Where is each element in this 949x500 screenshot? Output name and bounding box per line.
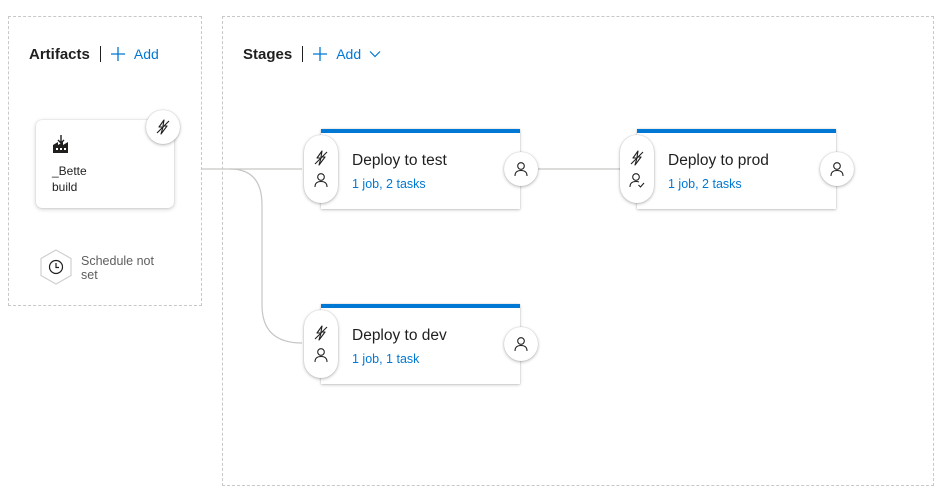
trigger-button[interactable]: [629, 149, 645, 167]
add-artifact-label: Add: [133, 46, 159, 62]
post-deployment-approval-button[interactable]: [504, 327, 538, 361]
lightning-bolt-icon: [630, 150, 644, 166]
add-stage-label: Add: [336, 46, 362, 62]
pre-deployment-conditions: [304, 310, 338, 378]
person-icon: [314, 348, 328, 363]
header-divider: [99, 46, 101, 62]
artifact-name: _Bette build: [52, 164, 87, 194]
person-icon: [314, 173, 328, 188]
trigger-button[interactable]: [313, 149, 329, 167]
schedule-trigger-button[interactable]: [38, 248, 74, 286]
continuous-deployment-trigger-button[interactable]: [146, 110, 180, 144]
stages-header: Stages Add: [243, 44, 389, 64]
artifacts-title: Artifacts: [29, 45, 90, 63]
stage-name: Deploy to prod: [668, 152, 769, 169]
trigger-button[interactable]: [313, 324, 329, 342]
header-divider: [302, 46, 304, 62]
stage-name: Deploy to dev: [352, 327, 447, 344]
stage-tasks-link[interactable]: 1 job, 2 tasks: [668, 177, 742, 191]
post-deployment-approval-button[interactable]: [504, 152, 538, 186]
pre-deployment-conditions: [620, 135, 654, 203]
person-icon: [514, 337, 528, 352]
stage-name: Deploy to test: [352, 152, 447, 169]
pre-deployment-conditions: [304, 135, 338, 203]
lightning-bolt-icon: [156, 119, 170, 135]
person-icon: [830, 162, 844, 177]
stage-tasks-link[interactable]: 1 job, 1 task: [352, 352, 419, 366]
plus-icon: [110, 47, 125, 61]
artifacts-header: Artifacts Add: [29, 44, 159, 64]
stages-title: Stages: [243, 45, 293, 63]
schedule-status: Schedule not set: [81, 254, 154, 282]
pre-approval-button[interactable]: [313, 171, 329, 189]
post-deployment-approval-button[interactable]: [820, 152, 854, 186]
stage-card-deploy-to-prod[interactable]: Deploy to prod 1 job, 2 tasks: [637, 129, 836, 209]
stage-tasks-link[interactable]: 1 job, 2 tasks: [352, 177, 426, 191]
stage-card-deploy-to-test[interactable]: Deploy to test 1 job, 2 tasks: [321, 129, 520, 209]
lightning-bolt-icon: [314, 325, 328, 341]
add-artifact-button[interactable]: Add: [110, 46, 159, 62]
person-icon: [514, 162, 528, 177]
build-factory-icon: [51, 134, 71, 159]
pre-approval-button[interactable]: [313, 346, 329, 364]
lightning-bolt-icon: [314, 150, 328, 166]
plus-icon: [313, 47, 328, 61]
person-check-icon: [629, 173, 645, 188]
stages-panel: [222, 16, 934, 486]
add-stage-button[interactable]: Add: [312, 46, 389, 62]
stage-card-deploy-to-dev[interactable]: Deploy to dev 1 job, 1 task: [321, 304, 520, 384]
chevron-down-icon: [369, 50, 389, 58]
pre-approval-button[interactable]: [629, 171, 645, 189]
